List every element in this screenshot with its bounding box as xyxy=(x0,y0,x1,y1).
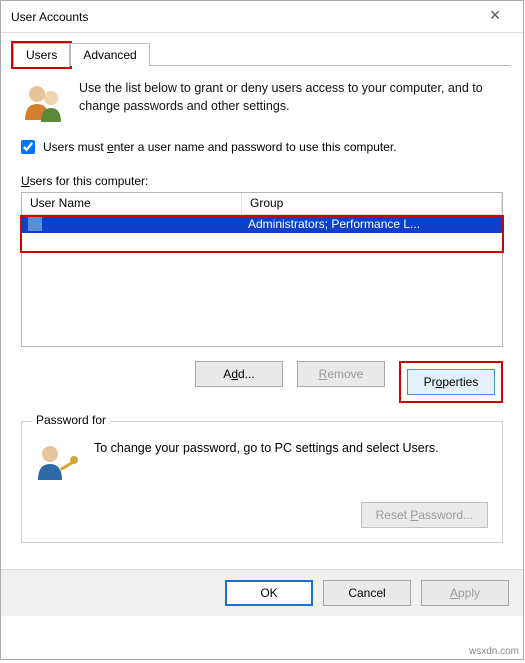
properties-button[interactable]: Properties xyxy=(407,369,495,395)
users-icon xyxy=(21,80,65,124)
password-legend: Password for xyxy=(32,413,110,427)
users-list-label: Users for this computer: xyxy=(21,174,503,188)
reset-password-button: Reset Password... xyxy=(361,502,488,528)
remove-button: Remove xyxy=(297,361,385,387)
titlebar: User Accounts × xyxy=(1,1,523,33)
window-title: User Accounts xyxy=(11,10,88,24)
password-text: To change your password, go to PC settin… xyxy=(94,440,439,458)
tab-users[interactable]: Users xyxy=(13,43,70,67)
require-password-label: Users must enter a user name and passwor… xyxy=(43,140,397,154)
tab-content: Use the list below to grant or deny user… xyxy=(1,66,523,569)
dialog-button-bar: OK Cancel Apply xyxy=(1,569,523,616)
user-thumb-icon xyxy=(28,217,42,231)
user-accounts-window: User Accounts × Users Advanced Use the l… xyxy=(0,0,524,660)
require-password-row: Users must enter a user name and passwor… xyxy=(21,140,503,154)
table-row[interactable]: Administrators; Performance L... xyxy=(22,215,502,233)
intro-text: Use the list below to grant or deny user… xyxy=(79,80,503,115)
cell-username xyxy=(22,217,242,231)
watermark: wsxdn.com xyxy=(469,646,519,657)
intro-block: Use the list below to grant or deny user… xyxy=(21,80,503,124)
highlight-box-properties: Properties xyxy=(399,361,503,403)
key-icon xyxy=(36,440,80,484)
apply-button: Apply xyxy=(421,580,509,606)
users-list[interactable]: User Name Group Administrators; Performa… xyxy=(21,192,503,347)
require-password-checkbox[interactable] xyxy=(21,140,35,154)
close-icon[interactable]: × xyxy=(475,3,515,31)
reset-row: Reset Password... xyxy=(36,502,488,528)
tabstrip: Users Advanced xyxy=(1,33,523,66)
cancel-button[interactable]: Cancel xyxy=(323,580,411,606)
col-group[interactable]: Group xyxy=(242,193,502,214)
add-button[interactable]: Add... xyxy=(195,361,283,387)
ok-button[interactable]: OK xyxy=(225,580,313,606)
password-row: To change your password, go to PC settin… xyxy=(36,440,488,484)
list-header: User Name Group xyxy=(22,193,502,215)
col-username[interactable]: User Name xyxy=(22,193,242,214)
tab-advanced[interactable]: Advanced xyxy=(70,43,149,66)
password-groupbox: Password for To change your password, go… xyxy=(21,421,503,543)
cell-group: Administrators; Performance L... xyxy=(242,217,502,231)
user-buttons-row: Add... Remove Properties xyxy=(21,361,503,403)
